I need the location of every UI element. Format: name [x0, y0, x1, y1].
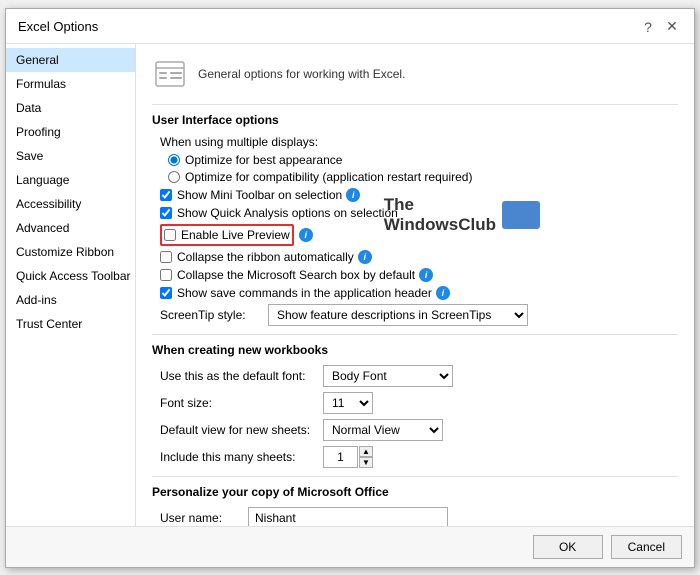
username-label: User name: — [160, 511, 240, 525]
default-view-row: Default view for new sheets: Normal View… — [152, 419, 678, 441]
cancel-button[interactable]: Cancel — [611, 535, 682, 559]
spinner-buttons: ▲ ▼ — [359, 446, 373, 468]
spinner-up[interactable]: ▲ — [359, 446, 373, 457]
fontsize-label: Font size: — [160, 396, 315, 410]
radio-compatibility-label[interactable]: Optimize for compatibility (application … — [185, 170, 472, 184]
section-title-ui: User Interface options — [152, 113, 678, 127]
sheets-input[interactable] — [323, 446, 358, 468]
dialog-footer: OK Cancel — [6, 526, 694, 567]
options-icon — [154, 58, 186, 90]
live-preview-highlight: Enable Live Preview — [160, 224, 294, 246]
sidebar-item-add-ins[interactable]: Add-ins — [6, 288, 135, 312]
sidebar-item-general[interactable]: General — [6, 48, 135, 72]
cb-collapse-search-label[interactable]: Collapse the Microsoft Search box by def… — [177, 268, 433, 282]
screentip-label: ScreenTip style: — [160, 308, 260, 322]
help-button[interactable]: ? — [638, 17, 658, 37]
cb-quick-analysis-label[interactable]: Show Quick Analysis options on selection — [177, 206, 398, 220]
fontsize-select[interactable]: 11 8 9 10 12 — [323, 392, 373, 414]
sidebar-item-data[interactable]: Data — [6, 96, 135, 120]
sheets-spinner: ▲ ▼ — [323, 446, 373, 468]
sidebar-item-formulas[interactable]: Formulas — [6, 72, 135, 96]
default-view-select[interactable]: Normal View Page Break Preview Page Layo… — [323, 419, 443, 441]
username-row: User name: Nishant — [152, 507, 678, 526]
checkbox-collapse-ribbon[interactable] — [160, 251, 172, 263]
radio-item-appearance: Optimize for best appearance — [168, 153, 678, 167]
radio-optimize-compatibility[interactable] — [168, 171, 180, 183]
sidebar-item-customize-ribbon[interactable]: Customize Ribbon — [6, 240, 135, 264]
cb-row-collapse-ribbon: Collapse the ribbon automatically i — [152, 250, 678, 264]
checkbox-show-save[interactable] — [160, 287, 172, 299]
sidebar-item-save[interactable]: Save — [6, 144, 135, 168]
dialog-title: Excel Options — [18, 19, 98, 34]
cb-row-live-preview: Enable Live Preview i — [152, 224, 678, 246]
info-icon-collapse-search[interactable]: i — [419, 268, 433, 282]
title-controls: ? ✕ — [638, 17, 682, 37]
checkbox-collapse-search[interactable] — [160, 269, 172, 281]
font-row: Use this as the default font: Body Font … — [152, 365, 678, 387]
info-icon-collapse-ribbon[interactable]: i — [358, 250, 372, 264]
info-icon-show-save[interactable]: i — [436, 286, 450, 300]
content-area: General options for working with Excel. … — [136, 44, 694, 526]
cb-row-show-save: Show save commands in the application he… — [152, 286, 678, 300]
fontsize-row: Font size: 11 8 9 10 12 — [152, 392, 678, 414]
header-icon — [152, 56, 188, 92]
username-input[interactable]: Nishant — [248, 507, 448, 526]
sidebar-item-proofing[interactable]: Proofing — [6, 120, 135, 144]
ok-button[interactable]: OK — [533, 535, 603, 559]
checkbox-quick-analysis[interactable] — [160, 207, 172, 219]
cb-row-collapse-search: Collapse the Microsoft Search box by def… — [152, 268, 678, 282]
radio-item-compatibility: Optimize for compatibility (application … — [168, 170, 678, 184]
cb-row-mini-toolbar: Show Mini Toolbar on selection i — [152, 188, 678, 202]
radio-optimize-appearance[interactable] — [168, 154, 180, 166]
checkbox-mini-toolbar[interactable] — [160, 189, 172, 201]
spinner-down[interactable]: ▼ — [359, 457, 373, 468]
font-select[interactable]: Body Font Calibri Arial — [323, 365, 453, 387]
font-label: Use this as the default font: — [160, 369, 315, 383]
cb-show-save-label[interactable]: Show save commands in the application he… — [177, 286, 450, 300]
sidebar-item-advanced[interactable]: Advanced — [6, 216, 135, 240]
cb-row-quick-analysis: Show Quick Analysis options on selection — [152, 206, 678, 220]
screentip-row: ScreenTip style: Show feature descriptio… — [152, 304, 678, 326]
screentip-select[interactable]: Show feature descriptions in ScreenTips … — [268, 304, 528, 326]
default-view-label: Default view for new sheets: — [160, 423, 315, 437]
page-header-title: General options for working with Excel. — [198, 67, 405, 81]
title-bar: Excel Options ? ✕ — [6, 9, 694, 44]
sidebar-item-quick-access[interactable]: Quick Access Toolbar — [6, 264, 135, 288]
checkbox-live-preview[interactable] — [164, 229, 176, 241]
sidebar-item-accessibility[interactable]: Accessibility — [6, 192, 135, 216]
section-title-personalize: Personalize your copy of Microsoft Offic… — [152, 485, 678, 499]
info-icon-mini-toolbar[interactable]: i — [346, 188, 360, 202]
sheets-label: Include this many sheets: — [160, 450, 315, 464]
cb-live-preview-label[interactable]: Enable Live Preview — [181, 228, 290, 242]
close-button[interactable]: ✕ — [662, 17, 682, 37]
radio-group-display: Optimize for best appearance Optimize fo… — [152, 153, 678, 184]
divider-workbook — [152, 334, 678, 335]
section-title-workbook: When creating new workbooks — [152, 343, 678, 357]
page-header: General options for working with Excel. — [152, 56, 678, 92]
info-icon-live-preview[interactable]: i — [299, 228, 313, 242]
cb-mini-toolbar-label[interactable]: Show Mini Toolbar on selection i — [177, 188, 360, 202]
sidebar-item-trust-center[interactable]: Trust Center — [6, 312, 135, 336]
excel-options-dialog: Excel Options ? ✕ General Formulas Data … — [5, 8, 695, 568]
sidebar: General Formulas Data Proofing Save Lang… — [6, 44, 136, 526]
divider-top — [152, 104, 678, 105]
cb-collapse-ribbon-label[interactable]: Collapse the ribbon automatically i — [177, 250, 372, 264]
sheets-row: Include this many sheets: ▲ ▼ — [152, 446, 678, 468]
when-multi-display-label: When using multiple displays: — [152, 135, 678, 149]
radio-appearance-label[interactable]: Optimize for best appearance — [185, 153, 342, 167]
sidebar-item-language[interactable]: Language — [6, 168, 135, 192]
divider-personalize — [152, 476, 678, 477]
dialog-body: General Formulas Data Proofing Save Lang… — [6, 44, 694, 526]
